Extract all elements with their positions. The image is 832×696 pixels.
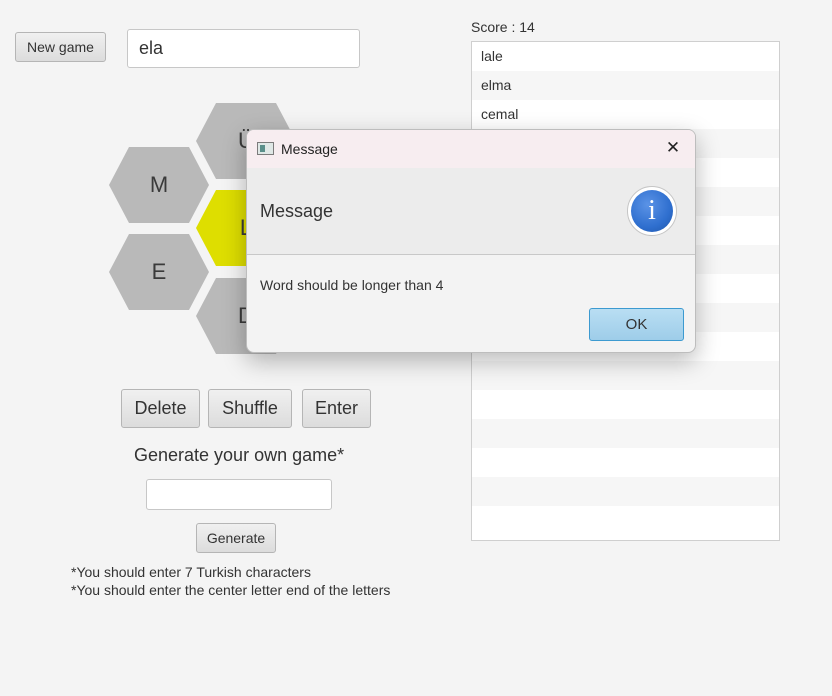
dialog-header: Message i	[247, 168, 695, 255]
enter-button[interactable]: Enter	[302, 389, 371, 428]
dialog-window-title: Message	[281, 141, 338, 157]
shuffle-button[interactable]: Shuffle	[208, 389, 292, 428]
generate-letters-input[interactable]	[146, 479, 332, 510]
list-item[interactable]	[472, 477, 779, 506]
list-item[interactable]	[472, 361, 779, 390]
delete-button[interactable]: Delete	[121, 389, 200, 428]
list-item[interactable]: cemal	[472, 100, 779, 129]
list-item[interactable]	[472, 506, 779, 535]
generate-title: Generate your own game*	[134, 445, 345, 465]
list-item[interactable]	[472, 448, 779, 477]
list-item[interactable]: elma	[472, 71, 779, 100]
list-item[interactable]	[472, 390, 779, 419]
generate-note-2: *You should enter the center letter end …	[71, 582, 391, 598]
dialog-header-text: Message	[260, 201, 334, 221]
word-input[interactable]	[127, 29, 360, 68]
hex-letter-lower-left[interactable]: E	[109, 234, 209, 310]
hex-letter-upper-left[interactable]: M	[109, 147, 209, 223]
score-label: Score : 14	[471, 19, 535, 35]
list-item[interactable]: lale	[472, 42, 779, 71]
close-icon[interactable]: ✕	[663, 138, 683, 158]
dialog-body-text: Word should be longer than 4	[260, 277, 444, 293]
ok-button[interactable]: OK	[589, 308, 684, 341]
new-game-button[interactable]: New game	[15, 32, 106, 62]
generate-button[interactable]: Generate	[196, 523, 276, 553]
list-item[interactable]	[472, 419, 779, 448]
info-icon: i	[627, 186, 677, 236]
message-dialog[interactable]: Message ✕ Message i Word should be longe…	[246, 129, 696, 353]
dialog-titlebar[interactable]: Message ✕	[247, 130, 695, 168]
app-window-icon	[257, 142, 274, 155]
generate-note-1: *You should enter 7 Turkish characters	[71, 564, 311, 580]
